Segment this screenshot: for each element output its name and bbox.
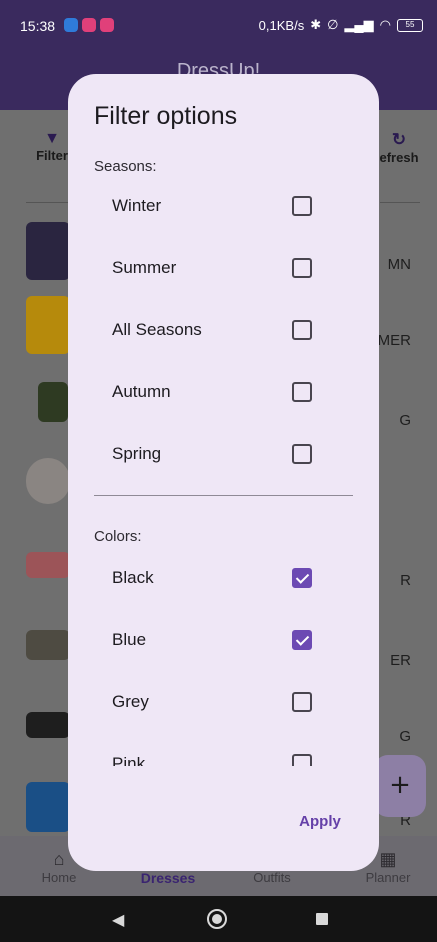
toolbar-divider-right (380, 202, 420, 203)
home-circle-icon[interactable] (207, 909, 227, 929)
back-icon[interactable]: ◀ (112, 910, 124, 929)
dialog-title: Filter options (94, 102, 238, 130)
item-season-label: G (399, 728, 411, 745)
option-label: Blue (112, 630, 147, 649)
mute-icon: ∅ (327, 17, 339, 32)
recent-apps-icon[interactable] (316, 913, 328, 925)
nav-item-label: Dresses (140, 870, 196, 886)
refresh-button-label: efresh (379, 150, 419, 165)
add-item-button[interactable]: + (374, 755, 426, 817)
system-navigation-bar: ◀ (0, 896, 437, 942)
option-label: Summer (112, 258, 177, 277)
refresh-button[interactable]: ↻ efresh (376, 130, 422, 165)
item-thumbnail-sneakers[interactable] (26, 712, 70, 738)
refresh-icon: ↻ (391, 130, 407, 149)
blue-checkbox[interactable] (292, 630, 312, 650)
season-option-spring[interactable]: Spring (112, 434, 322, 474)
autumn-checkbox[interactable] (292, 382, 312, 402)
instagram-notification-icon (82, 18, 96, 32)
item-thumbnail-jacket[interactable] (26, 782, 70, 832)
item-thumbnail-sandals[interactable] (26, 552, 70, 578)
option-label: Pink (112, 754, 146, 766)
winter-checkbox[interactable] (292, 196, 312, 216)
battery-icon: 55 (397, 18, 423, 32)
item-season-label: MN (387, 256, 411, 273)
item-thumbnail-loafers[interactable] (26, 630, 70, 660)
color-option-blue[interactable]: Blue (112, 620, 322, 660)
season-option-winter[interactable]: Winter (112, 186, 322, 226)
filter-dialog: Filter options Seasons: Winter Summer Al… (68, 74, 379, 871)
item-thumbnail-hoodie[interactable] (26, 222, 70, 280)
signal-icon: ▂▄▆ (344, 17, 374, 32)
toolbar-divider (26, 202, 70, 203)
grey-checkbox[interactable] (292, 692, 312, 712)
item-thumbnail-tshirt[interactable] (26, 296, 70, 354)
color-option-pink[interactable]: Pink (112, 744, 322, 766)
option-label: Black (112, 568, 154, 587)
phone-notification-icon (64, 18, 78, 32)
wifi-icon: ◠ (379, 17, 391, 32)
item-season-label: G (399, 412, 411, 429)
item-season-label: ER (390, 652, 411, 669)
nav-item-label: Planner (365, 870, 411, 885)
instagram-notification-icon-2 (100, 18, 114, 32)
status-bar: 15:38 0,1KB/s ✱ ∅ ▂▄▆ ◠ 55 (0, 0, 437, 52)
item-season-label: R (400, 572, 411, 589)
color-option-black[interactable]: Black (112, 558, 322, 598)
nav-item-label: Home (41, 870, 77, 885)
option-label: All Seasons (112, 320, 202, 339)
item-thumbnail-shorts[interactable] (38, 382, 68, 422)
color-option-grey[interactable]: Grey (112, 682, 322, 722)
all-seasons-checkbox[interactable] (292, 320, 312, 340)
nav-item-label: Outfits (253, 870, 291, 885)
option-label: Grey (112, 692, 149, 711)
filter-button-label: Filter (36, 148, 68, 163)
colors-section-label: Colors: (94, 528, 142, 545)
dialog-scroll-area[interactable]: Seasons: Winter Summer All Seasons Autum… (68, 154, 379, 766)
season-option-all-seasons[interactable]: All Seasons (112, 310, 322, 350)
status-indicators: 0,1KB/s ✱ ∅ ▂▄▆ ◠ 55 (259, 17, 423, 33)
black-checkbox[interactable] (292, 568, 312, 588)
item-season-label: MER (377, 332, 411, 349)
option-label: Winter (112, 196, 162, 215)
pink-checkbox[interactable] (292, 754, 312, 766)
status-time: 15:38 (20, 18, 56, 34)
option-label: Autumn (112, 382, 171, 401)
spring-checkbox[interactable] (292, 444, 312, 464)
item-thumbnail-cap[interactable] (26, 458, 70, 504)
option-label: Spring (112, 444, 162, 463)
seasons-section-label: Seasons: (94, 158, 157, 175)
summer-checkbox[interactable] (292, 258, 312, 278)
season-option-autumn[interactable]: Autumn (112, 372, 322, 412)
section-divider (94, 495, 353, 496)
bluetooth-icon: ✱ (310, 17, 322, 32)
network-speed: 0,1KB/s (258, 17, 305, 33)
season-option-summer[interactable]: Summer (112, 248, 322, 288)
apply-button[interactable]: Apply (280, 804, 360, 840)
